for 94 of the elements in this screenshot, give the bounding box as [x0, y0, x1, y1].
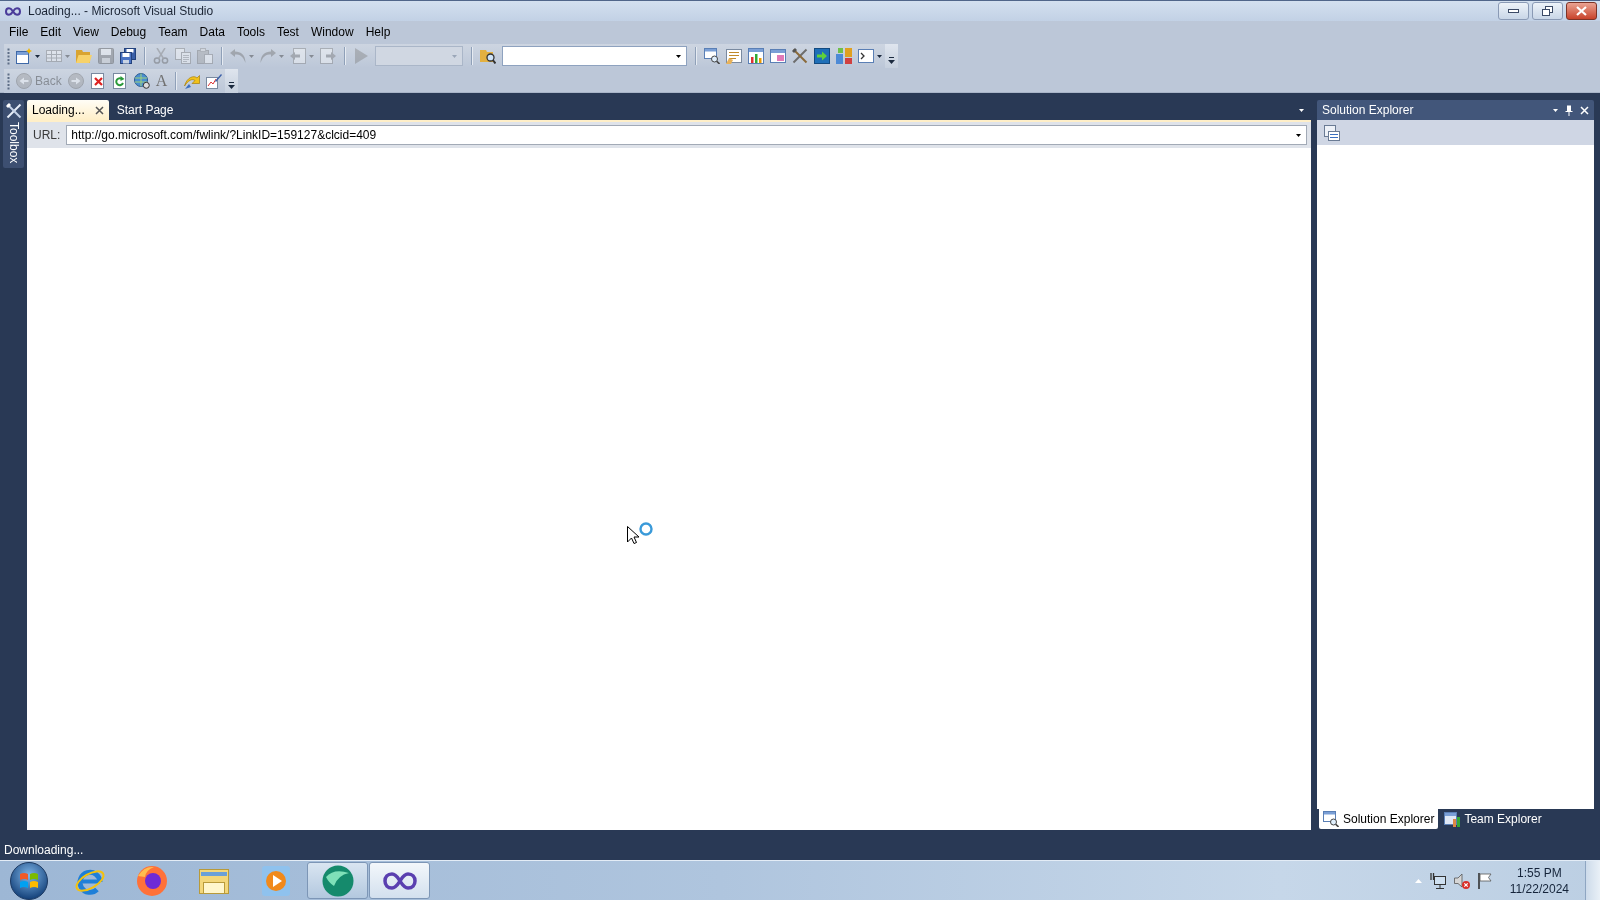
window-title: Loading... - Microsoft Visual Studio: [28, 4, 214, 18]
menu-item[interactable]: Team: [152, 23, 194, 41]
status-text: Downloading...: [4, 843, 84, 857]
redo-icon: [260, 48, 276, 64]
document-tab[interactable]: Start Page: [111, 100, 179, 120]
menu-item[interactable]: Help: [359, 23, 397, 41]
console-window-icon: [858, 48, 874, 64]
toolbar-button[interactable]: [701, 45, 723, 67]
chart-pen-icon: [206, 73, 223, 89]
caret-icon: [309, 54, 314, 58]
menu-item[interactable]: Test: [270, 23, 305, 41]
window-image-icon: [770, 48, 786, 64]
scissors-icon: [153, 48, 169, 64]
grid-icon: [46, 48, 62, 64]
toolbar-button[interactable]: [811, 45, 833, 67]
minimize-button[interactable]: [1498, 2, 1529, 20]
caret-icon: [35, 54, 40, 58]
fox-browser-icon: [135, 864, 168, 897]
blocks-icon: [836, 48, 852, 64]
clock-time: 1:55 PM: [1517, 864, 1562, 881]
list-card-icon: [726, 48, 742, 64]
infinity-logo-icon: [5, 6, 21, 16]
dropdown-field[interactable]: [502, 46, 687, 66]
overflow-icon: [228, 82, 236, 89]
clipboard-icon: [197, 48, 213, 64]
panel-title: Solution Explorer: [1322, 103, 1414, 117]
grip-icon: [7, 47, 10, 65]
window-search-icon: [1323, 811, 1339, 827]
caret-icon: [65, 54, 70, 58]
grip-icon: [7, 72, 10, 90]
caret-icon: [452, 54, 457, 58]
curved-arrow-icon: [184, 73, 201, 89]
speaker-muted-icon[interactable]: [1453, 872, 1470, 889]
menu-item[interactable]: View: [67, 23, 105, 41]
folder-icon: [76, 48, 92, 64]
overflow-icon: [888, 57, 895, 64]
url-label: URL:: [33, 128, 61, 142]
window-search-icon: [704, 48, 720, 64]
menu-item[interactable]: Data: [193, 23, 231, 41]
crossed-tools-icon: [792, 48, 808, 64]
caret-icon: [877, 54, 882, 58]
network-monitor-icon[interactable]: [1429, 872, 1446, 889]
close-icon: [1576, 6, 1587, 16]
url-field[interactable]: http://go.microsoft.com/fwlink/?LinkID=159127&clcid=409: [66, 125, 1307, 145]
flag-orb-icon: [10, 861, 48, 900]
close-button[interactable]: [1566, 2, 1597, 20]
toolbar-overflow-button[interactable]: [885, 44, 898, 68]
pin-icon[interactable]: [1565, 104, 1573, 116]
page-refresh-icon: [111, 73, 128, 89]
taskbar-button[interactable]: [307, 862, 368, 899]
window-sparkle-icon: [16, 48, 32, 64]
page-cross-icon: [89, 73, 106, 89]
caret-icon: [1296, 133, 1301, 137]
busy-cursor-icon: [627, 522, 653, 544]
taskbar-button[interactable]: [369, 862, 430, 899]
toolbox-tab[interactable]: Toolbox: [3, 100, 24, 168]
play-tile-icon: [259, 864, 292, 897]
sphere-icon: [321, 864, 354, 897]
show-desktop-button[interactable]: [1585, 861, 1600, 900]
minimize-icon: [1508, 9, 1519, 13]
flag-icon[interactable]: [1477, 872, 1492, 889]
menu-item[interactable]: Window: [304, 23, 360, 41]
menu-item[interactable]: Edit: [34, 23, 68, 41]
restore-button[interactable]: [1532, 2, 1563, 20]
close-icon[interactable]: [1580, 105, 1589, 115]
copy-icon: [175, 48, 191, 64]
menu-item[interactable]: Debug: [104, 23, 153, 41]
caret-icon[interactable]: [1553, 108, 1558, 112]
chart-window-icon: [748, 48, 764, 64]
folder-search-icon: [480, 48, 496, 64]
clock-date: 11/22/2024: [1509, 880, 1569, 897]
window-chart-icon: [1444, 811, 1461, 827]
toolbar-button[interactable]: [745, 45, 767, 67]
menu-item[interactable]: File: [3, 23, 35, 41]
restore-icon: [1542, 6, 1553, 16]
crossed-tools-icon: [5, 103, 22, 119]
caret-icon: [249, 54, 254, 58]
caret-icon: [676, 54, 681, 58]
floppy-disks-icon: [120, 48, 136, 64]
toolbar-overflow-button[interactable]: [225, 69, 239, 93]
undo-icon: [230, 48, 246, 64]
panel-tab[interactable]: Team Explorer: [1440, 809, 1546, 829]
document-tab[interactable]: Loading...: [27, 100, 109, 120]
close-icon: [94, 105, 104, 115]
infinity-logo-icon: [382, 871, 417, 890]
play-icon: [353, 48, 369, 64]
menu-item[interactable]: Tools: [230, 23, 271, 41]
window-list-icon[interactable]: [1324, 124, 1340, 141]
panel-tab[interactable]: Solution Explorer: [1319, 809, 1439, 829]
toolbar-button[interactable]: [117, 45, 139, 67]
caret-icon: [279, 54, 284, 58]
caret-icon[interactable]: [1299, 108, 1304, 112]
arrow-box-icon: [814, 48, 830, 64]
globe-search-icon: [133, 73, 150, 89]
